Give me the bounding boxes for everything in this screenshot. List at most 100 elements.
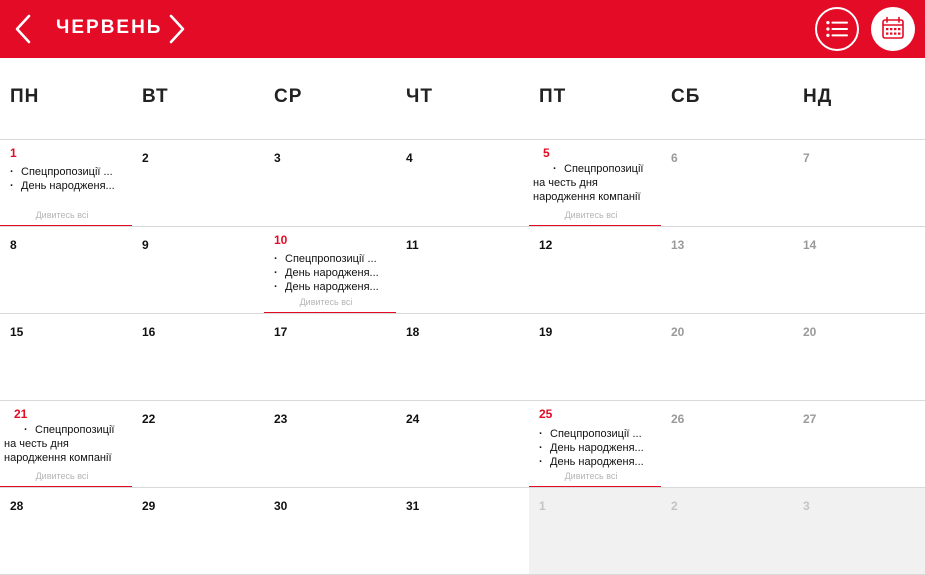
day-cell[interactable]: 9: [132, 227, 264, 313]
day-cell[interactable]: 3: [793, 488, 925, 574]
see-all-link[interactable]: Дивитесь всі: [0, 471, 124, 481]
weekday-tuesday: ВТ: [142, 86, 169, 107]
day-number: 20: [671, 325, 685, 339]
day-cell[interactable]: 26: [661, 401, 793, 487]
day-cell[interactable]: 22: [132, 401, 264, 487]
weekday-sunday: НД: [803, 86, 833, 107]
calendar-icon: [882, 16, 904, 39]
day-number: 1: [539, 499, 546, 513]
event-item[interactable]: День народженя...: [274, 266, 392, 280]
event-line: на честь дня: [533, 177, 598, 189]
day-number: 17: [274, 325, 288, 339]
day-number: 3: [274, 151, 281, 165]
event-item[interactable]: День народженя...: [539, 441, 657, 455]
see-all-link[interactable]: Дивитесь всі: [529, 210, 653, 220]
day-number: 19: [539, 325, 553, 339]
day-cell[interactable]: 2: [132, 140, 264, 226]
day-cell[interactable]: 15: [0, 314, 132, 400]
day-cell[interactable]: 19: [529, 314, 661, 400]
day-number: 6: [671, 151, 678, 165]
day-cell[interactable]: 1 Спецпропозиції ... День народженя... Д…: [0, 140, 132, 226]
day-cell[interactable]: 18: [396, 314, 528, 400]
day-cell[interactable]: 24: [396, 401, 528, 487]
event-item[interactable]: Спецпропозиції ...: [274, 252, 392, 266]
day-cell[interactable]: 4: [396, 140, 528, 226]
event-line: Спецпропозиції: [533, 162, 659, 176]
day-number: 12: [539, 238, 553, 252]
event-item[interactable]: Спецпропозиції ...: [539, 427, 657, 441]
day-cell[interactable]: 1: [529, 488, 661, 574]
event-item[interactable]: День народженя...: [10, 179, 128, 193]
event-item[interactable]: День народженя...: [539, 455, 657, 469]
weekday-thursday: ЧТ: [406, 86, 433, 107]
event-line: на честь дня: [4, 438, 69, 450]
next-month-chevron-icon[interactable]: [162, 10, 192, 48]
day-number: 3: [803, 499, 810, 513]
month-title: ЧЕРВЕНЬ: [56, 17, 163, 38]
day-number: 23: [274, 412, 288, 426]
event-line: народження компанії: [4, 452, 112, 464]
day-number: 2: [671, 499, 678, 513]
day-number: 31: [406, 499, 420, 513]
day-cell[interactable]: 27: [793, 401, 925, 487]
event-underline: [529, 485, 661, 487]
day-number: 16: [142, 325, 156, 339]
day-cell[interactable]: 10 Спецпропозиції ... День народженя... …: [264, 227, 396, 313]
day-cell[interactable]: 12: [529, 227, 661, 313]
event-item[interactable]: Спецпропозиції на честь дня народження к…: [533, 162, 659, 204]
day-number: 24: [406, 412, 420, 426]
day-number: 11: [406, 238, 419, 252]
day-cell[interactable]: 30: [264, 488, 396, 574]
event-item[interactable]: День народженя...: [274, 280, 392, 294]
day-number: 2: [142, 151, 149, 165]
day-cell[interactable]: 31: [396, 488, 528, 574]
day-number: 27: [803, 412, 817, 426]
day-cell[interactable]: 13: [661, 227, 793, 313]
see-all-link[interactable]: Дивитесь всі: [264, 297, 388, 307]
day-cell[interactable]: 16: [132, 314, 264, 400]
event-line: Спецпропозиції: [4, 423, 130, 437]
calendar-view-button[interactable]: [871, 7, 915, 51]
day-cell[interactable]: 17: [264, 314, 396, 400]
day-number: 1: [10, 146, 17, 160]
day-number: 4: [406, 151, 413, 165]
weekday-wednesday: СР: [274, 86, 303, 107]
list-icon: [826, 21, 848, 37]
day-cell[interactable]: 28: [0, 488, 132, 574]
calendar-header: ЧЕРВЕНЬ: [0, 0, 925, 58]
day-cell[interactable]: 2: [661, 488, 793, 574]
day-cell[interactable]: 8: [0, 227, 132, 313]
day-number: 10: [274, 233, 288, 247]
day-cell[interactable]: 7: [793, 140, 925, 226]
event-item[interactable]: Спецпропозиції на честь дня народження к…: [4, 423, 130, 465]
day-cell[interactable]: 6: [661, 140, 793, 226]
day-cell[interactable]: 14: [793, 227, 925, 313]
event-item[interactable]: Спецпропозиції ...: [10, 165, 128, 179]
event-list: Спецпропозиції ... День народженя... Ден…: [539, 427, 657, 469]
day-number: 25: [539, 407, 553, 421]
day-number: 18: [406, 325, 420, 339]
day-cell[interactable]: 5 Спецпропозиції на честь дня народження…: [529, 140, 661, 226]
see-all-link[interactable]: Дивитесь всі: [529, 471, 653, 481]
day-number: 13: [671, 238, 685, 252]
event-underline: [0, 485, 132, 487]
see-all-link[interactable]: Дивитесь всі: [0, 210, 124, 220]
day-number: 8: [10, 238, 17, 252]
day-cell[interactable]: 11: [396, 227, 528, 313]
previous-month-chevron-icon[interactable]: [8, 10, 38, 48]
day-cell[interactable]: 21 Спецпропозиції на честь дня народженн…: [0, 401, 132, 487]
day-cell[interactable]: 25 Спецпропозиції ... День народженя... …: [529, 401, 661, 487]
day-number: 5: [543, 146, 550, 160]
day-number: 15: [10, 325, 24, 339]
day-cell[interactable]: 3: [264, 140, 396, 226]
day-cell[interactable]: 29: [132, 488, 264, 574]
day-cell[interactable]: 23: [264, 401, 396, 487]
day-cell[interactable]: 20: [793, 314, 925, 400]
event-list: Спецпропозиції ... День народженя... Ден…: [274, 252, 392, 294]
weekday-friday: ПТ: [539, 86, 567, 107]
day-cell[interactable]: 20: [661, 314, 793, 400]
event-line: народження компанії: [533, 191, 641, 203]
list-view-button[interactable]: [815, 7, 859, 51]
day-number: 14: [803, 238, 817, 252]
event-list: Спецпропозиції ... День народженя...: [10, 165, 128, 193]
